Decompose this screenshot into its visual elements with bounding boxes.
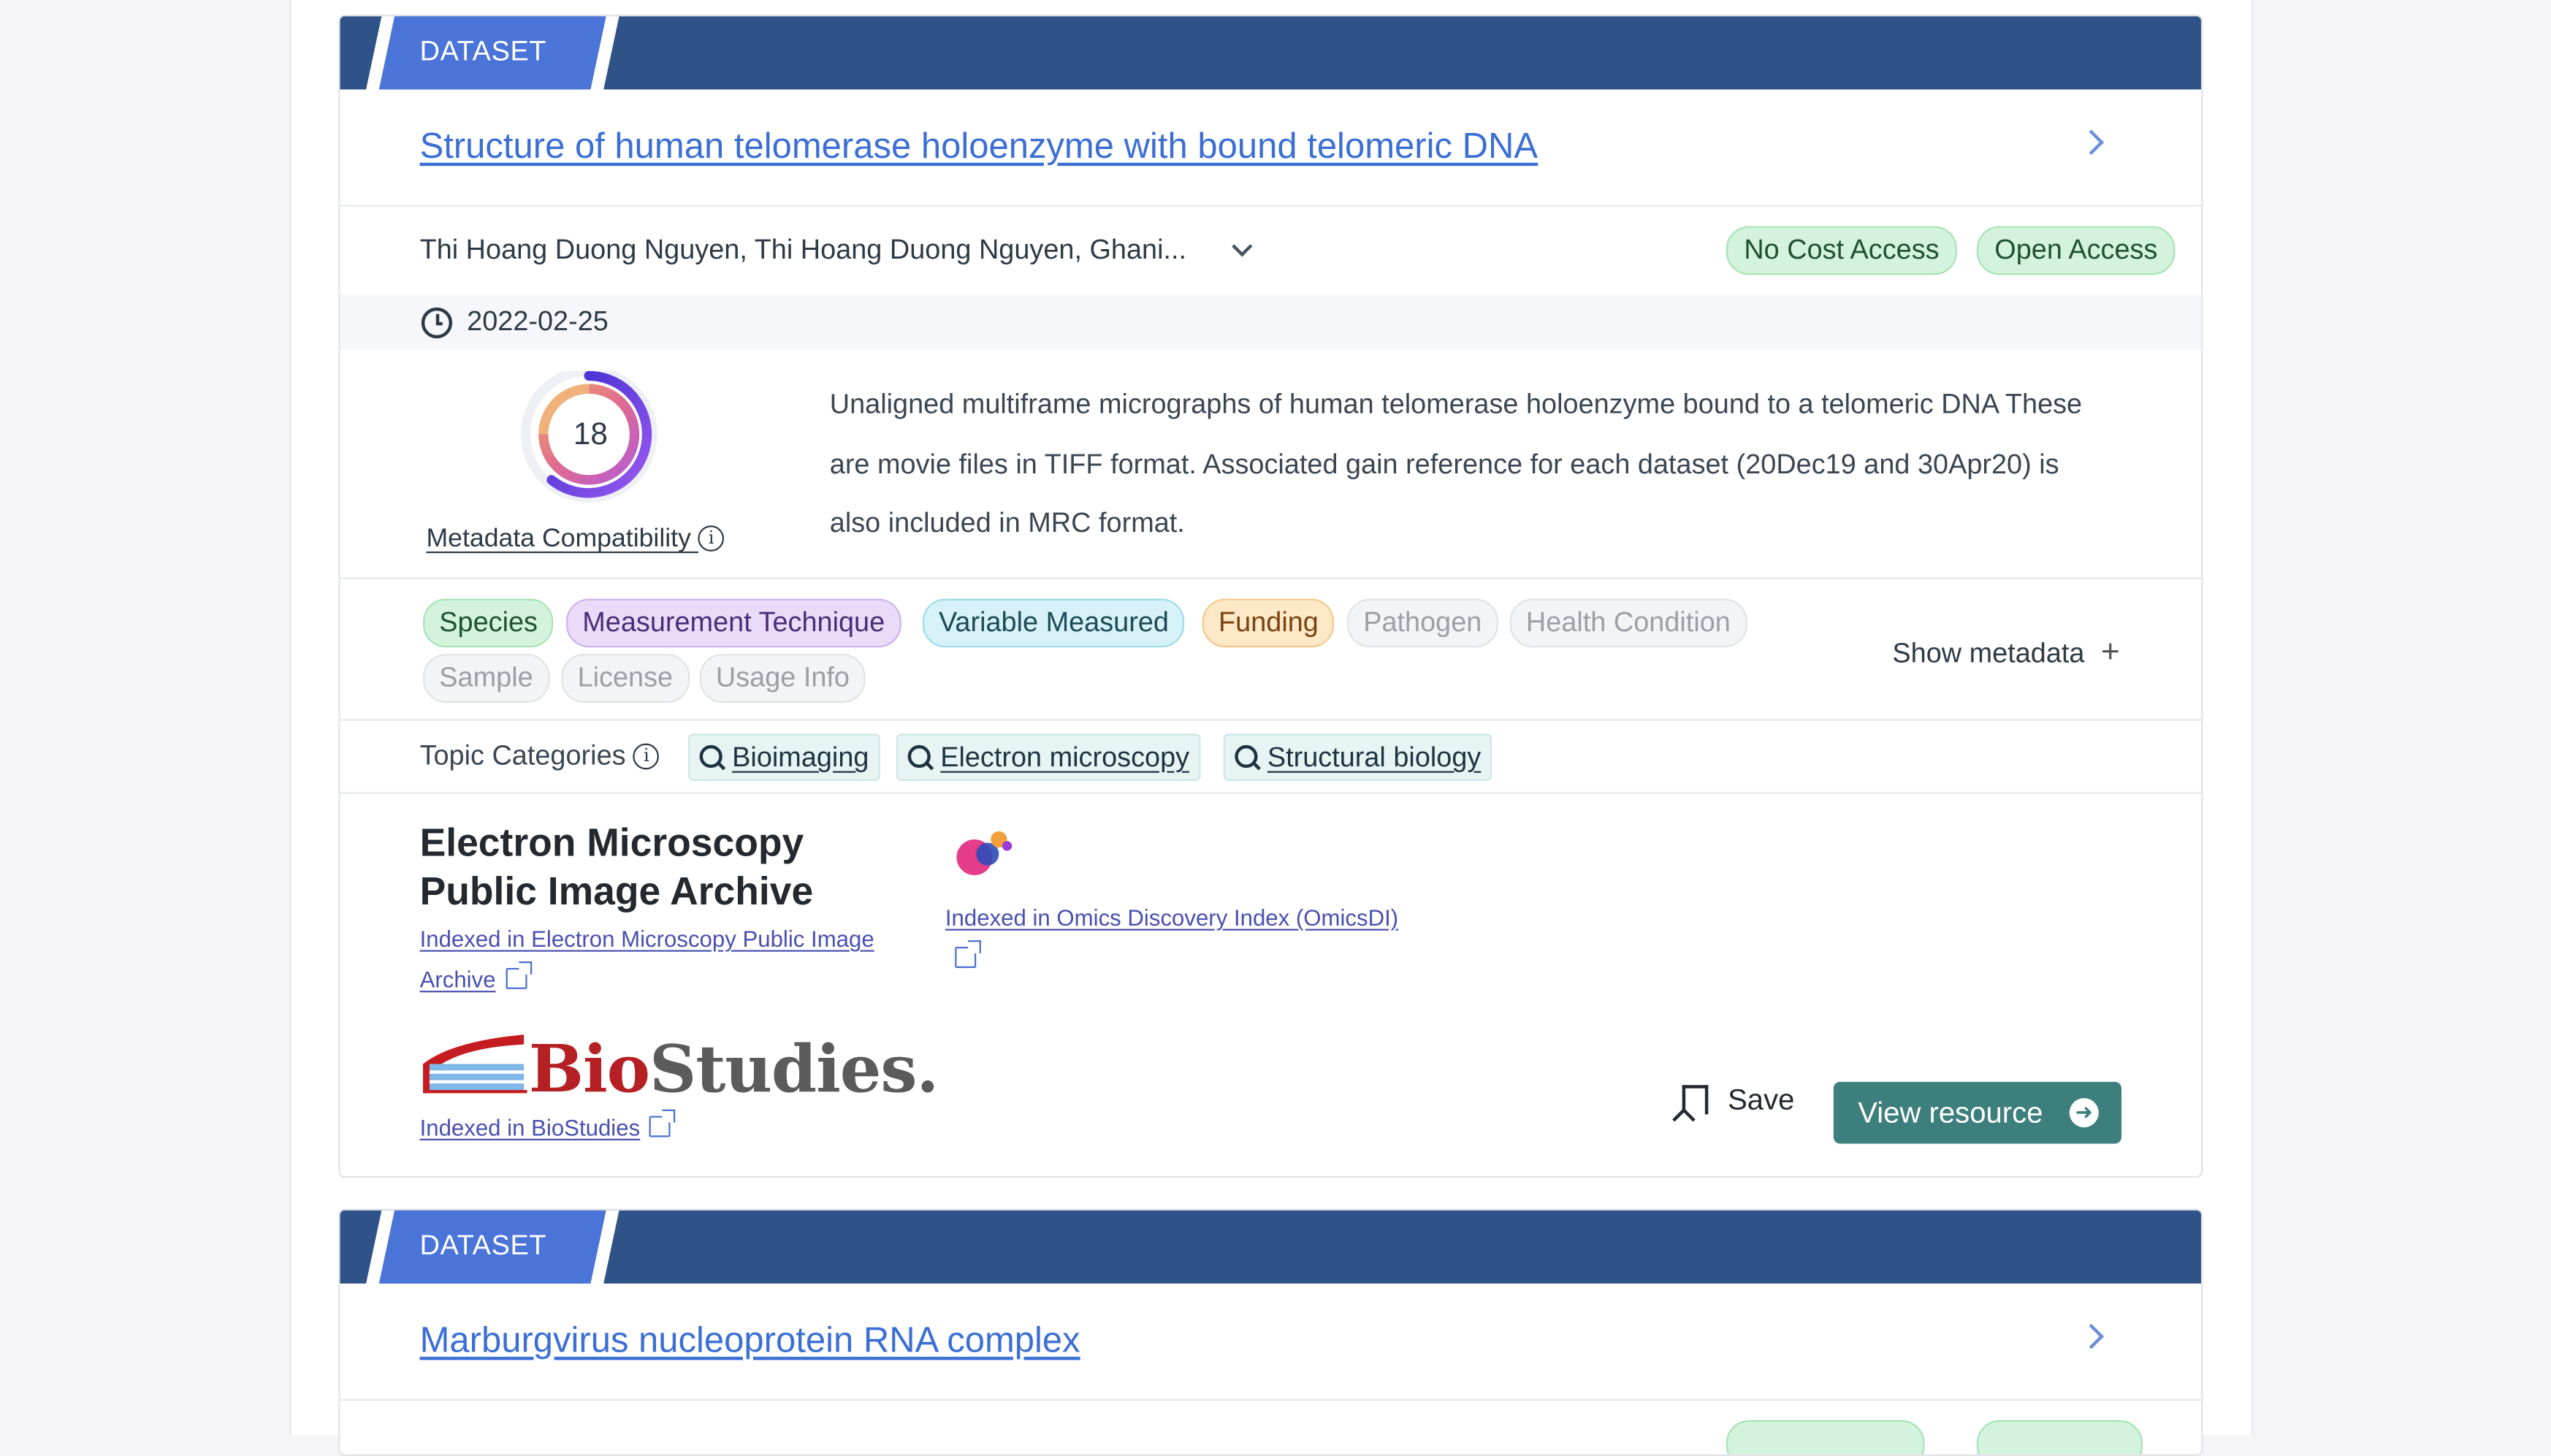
access-badge-partial xyxy=(1976,1419,2143,1455)
topic-chip-electron-microscopy[interactable]: Electron microscopy xyxy=(896,733,1201,781)
show-metadata-button[interactable]: Show metadata + xyxy=(1892,634,2119,671)
tag-license[interactable]: License xyxy=(561,654,690,703)
tag-species[interactable]: Species xyxy=(423,598,554,648)
external-link-icon[interactable] xyxy=(505,961,532,989)
tag-usage-info[interactable]: Usage Info xyxy=(699,654,866,703)
type-badge: DATASET xyxy=(419,35,547,67)
omicsdi-source-link[interactable]: Indexed in Omics Discovery Index (OmicsD… xyxy=(945,898,1466,979)
search-icon xyxy=(1235,744,1258,769)
tag-health-condition[interactable]: Health Condition xyxy=(1509,598,1747,648)
tag-funding[interactable]: Funding xyxy=(1202,598,1335,648)
result-card: DATASET Structure of human telomerase ho… xyxy=(338,15,2203,1178)
chevron-right-icon[interactable] xyxy=(2078,1323,2105,1349)
plus-icon[interactable]: + xyxy=(2101,634,2120,671)
description-row: 18 Metadata Compatibility i Unaligned mu… xyxy=(340,350,2202,579)
empiar-source-link[interactable]: Indexed in Electron Microscopy Public Im… xyxy=(420,919,941,1000)
clock-icon xyxy=(421,307,453,339)
topic-chip-bioimaging[interactable]: Bioimaging xyxy=(688,733,881,781)
omicsdi-logo xyxy=(952,826,1017,885)
authors-row xyxy=(340,1400,2201,1455)
external-link-icon[interactable] xyxy=(955,940,981,968)
chevron-down-icon[interactable] xyxy=(1232,236,1253,257)
no-cost-access-badge: No Cost Access xyxy=(1726,226,1958,275)
view-resource-button[interactable]: View resource ➜ xyxy=(1833,1081,2122,1144)
authors-row: Thi Hoang Duong Nguyen, Thi Hoang Duong … xyxy=(340,207,2202,297)
tag-measurement-technique[interactable]: Measurement Technique xyxy=(565,598,901,648)
biostudies-source-link[interactable]: Indexed in BioStudies xyxy=(420,1108,676,1148)
metadata-score-ring: 18 xyxy=(519,366,662,514)
date-row: 2022-02-25 xyxy=(340,294,2202,350)
card-header: DATASET xyxy=(340,1210,2202,1284)
open-access-badge: Open Access xyxy=(1976,226,2176,275)
card-header: DATASET xyxy=(340,16,2202,90)
metadata-tags-row: Species Measurement Technique Variable M… xyxy=(340,579,2202,721)
biostudies-logo xyxy=(420,1032,530,1097)
biostudies-wordmark: BioStudies. xyxy=(528,1031,939,1108)
topic-categories-label: Topic Categories i xyxy=(420,740,660,773)
bookmark-icon[interactable] xyxy=(1682,1085,1709,1115)
result-card: DATASET Marburgvirus nucleoprotein RNA c… xyxy=(338,1208,2203,1456)
search-icon xyxy=(907,744,931,769)
chevron-right-icon[interactable] xyxy=(2078,129,2105,156)
tag-pathogen[interactable]: Pathogen xyxy=(1346,598,1498,648)
topic-chip-structural-biology[interactable]: Structural biology xyxy=(1223,733,1492,781)
arrow-right-icon[interactable]: ➜ xyxy=(2069,1098,2099,1128)
title-row[interactable]: Marburgvirus nucleoprotein RNA complex xyxy=(340,1284,2202,1401)
metadata-compatibility-link[interactable]: Metadata Compatibility i xyxy=(426,525,725,554)
type-badge: DATASET xyxy=(419,1230,547,1261)
authors-text: Thi Hoang Duong Nguyen, Thi Hoang Duong … xyxy=(419,234,1187,265)
empiar-source-name: Electron Microscopy Public Image Archive xyxy=(419,821,814,915)
description-text: Unaligned multiframe micrographs of huma… xyxy=(829,389,2083,539)
resource-title-link[interactable]: Marburgvirus nucleoprotein RNA complex xyxy=(420,1319,1080,1362)
resource-title-link[interactable]: Structure of human telomerase holoenzyme… xyxy=(420,125,1538,167)
sources-section: Electron Microscopy Public Image Archive… xyxy=(340,794,2201,1176)
external-link-icon[interactable] xyxy=(649,1109,676,1137)
search-icon xyxy=(699,744,722,769)
topic-categories-row: Topic Categories i Bioimaging Electron m… xyxy=(340,720,2202,794)
title-row[interactable]: Structure of human telomerase holoenzyme… xyxy=(340,89,2202,207)
save-button[interactable]: Save xyxy=(1682,1083,1794,1118)
date-published: 2022-02-25 xyxy=(467,305,609,337)
metadata-score: 18 xyxy=(573,418,608,453)
info-icon[interactable]: i xyxy=(698,525,725,552)
info-icon[interactable]: i xyxy=(633,743,660,770)
access-badge-partial xyxy=(1726,1419,1925,1455)
tag-sample[interactable]: Sample xyxy=(423,654,549,703)
tag-variable-measured[interactable]: Variable Measured xyxy=(922,598,1186,648)
